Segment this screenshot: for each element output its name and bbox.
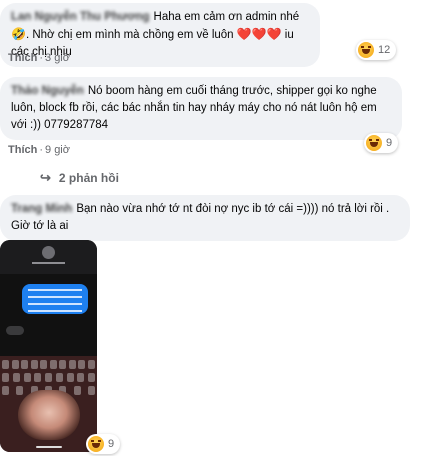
comment-author[interactable]: Thảo Nguyễn — [11, 85, 84, 97]
haha-reaction-icon — [358, 42, 374, 58]
wallpaper-face-photo — [18, 390, 80, 440]
reaction-summary[interactable]: 9 — [86, 434, 121, 454]
comment-meta: Thích · 9 giờ — [8, 144, 70, 156]
attached-phone-screenshot[interactable] — [0, 240, 97, 452]
reaction-summary[interactable]: 9 — [364, 133, 399, 153]
outgoing-message-bubble — [22, 284, 88, 314]
reaction-summary[interactable]: 12 — [356, 40, 397, 60]
contact-name-placeholder — [32, 262, 65, 264]
view-replies-link[interactable]: ↪ 2 phản hồi — [40, 170, 119, 186]
comment-bubble: Trang Minh Bạn nào vừa nhớ tớ nt đòi nợ n… — [0, 195, 410, 241]
comment-author[interactable]: Lan Nguyễn Thu Phương — [11, 11, 150, 23]
reply-arrow-icon: ↪ — [40, 170, 51, 185]
haha-reaction-icon — [88, 436, 104, 452]
comment-bubble: Thảo Nguyễn Nó boom hàng em cuối tháng tr… — [0, 77, 402, 140]
timestamp[interactable]: 9 giờ — [45, 144, 70, 156]
rofl-emoji: 🤣 — [11, 27, 26, 41]
home-indicator — [36, 446, 62, 448]
contact-avatar — [42, 246, 55, 259]
incoming-message-bubble — [6, 326, 24, 335]
reaction-count: 9 — [386, 137, 393, 149]
reaction-count: 9 — [108, 438, 115, 450]
haha-reaction-icon — [366, 135, 382, 151]
timestamp[interactable]: 3 giờ — [45, 52, 70, 64]
comment-author[interactable]: Trang Minh — [11, 203, 72, 215]
heart-emojis: ❤️❤️❤️ — [236, 27, 282, 41]
comment-text: Haha em cảm ơn admin nhé — [153, 11, 300, 23]
comment-meta: Thích · 3 giờ — [8, 52, 70, 64]
reaction-count: 12 — [378, 44, 391, 56]
replies-count-label: 2 phản hồi — [58, 171, 119, 185]
like-link[interactable]: Thích — [8, 144, 37, 156]
like-link[interactable]: Thích — [8, 52, 37, 64]
comment-text: . Nhờ chị em mình mà chồng em về luôn — [25, 29, 237, 41]
